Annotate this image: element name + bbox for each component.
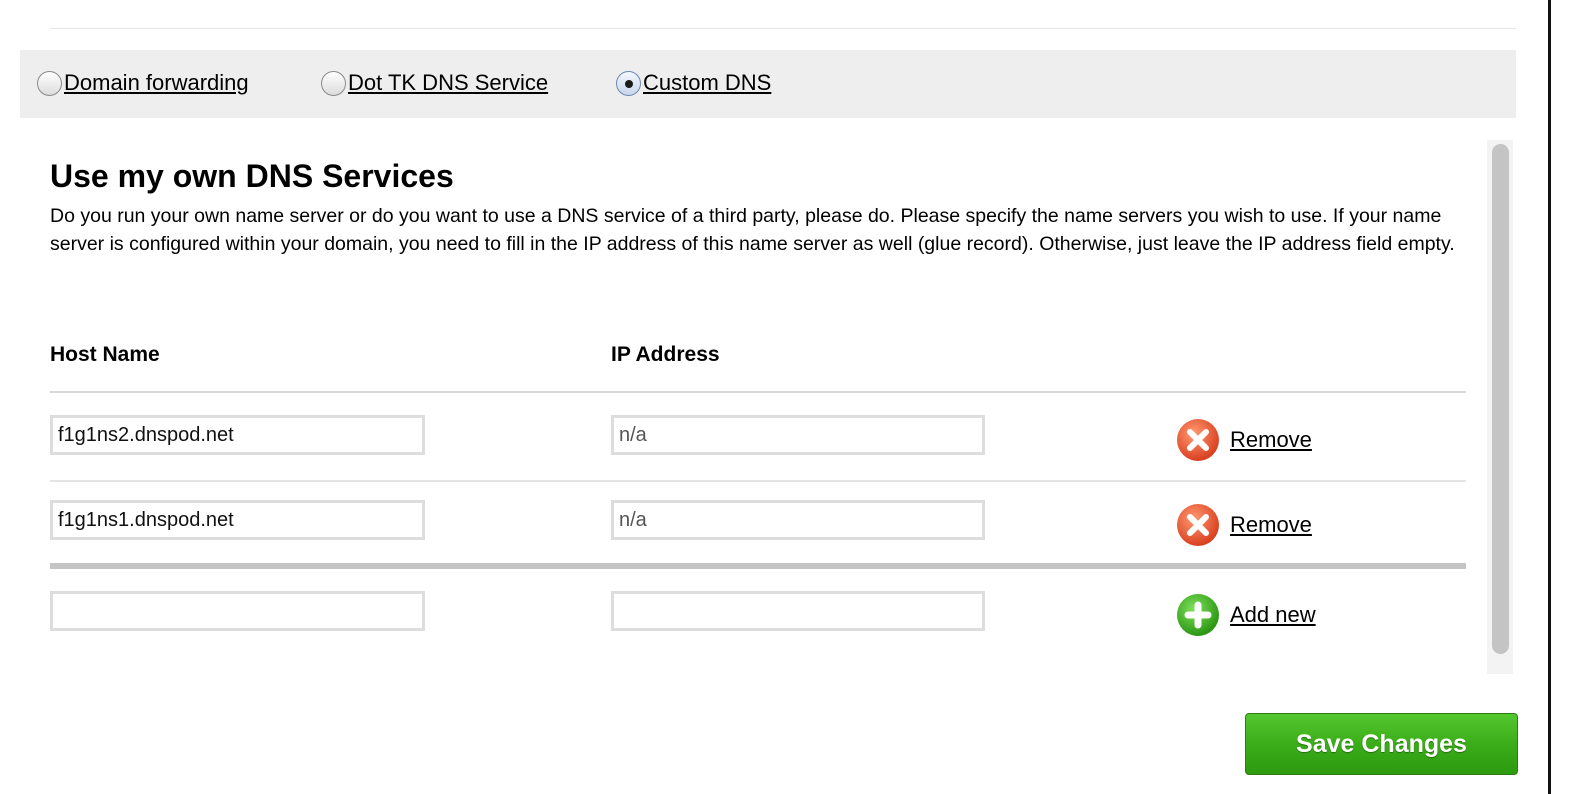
dns-option-bar: Domain forwarding Dot TK DNS Service Cus…	[20, 50, 1516, 118]
remove-row-button[interactable]: Remove	[1176, 418, 1312, 462]
radio-button-checked[interactable]	[616, 70, 641, 96]
ip-address-input[interactable]	[611, 500, 985, 540]
radio-label[interactable]: Custom DNS	[643, 70, 771, 96]
radio-label[interactable]: Dot TK DNS Service	[348, 70, 548, 96]
radio-label[interactable]: Domain forwarding	[64, 70, 249, 96]
add-new-button[interactable]: Add new	[1176, 593, 1316, 637]
table-divider	[50, 391, 1466, 393]
remove-row-button[interactable]: Remove	[1176, 503, 1312, 547]
radio-dot-tk-dns[interactable]: Dot TK DNS Service	[321, 68, 548, 98]
add-new-link[interactable]: Add new	[1230, 602, 1316, 628]
section-title: Use my own DNS Services	[50, 158, 454, 194]
radio-button[interactable]	[321, 70, 346, 96]
save-changes-button[interactable]: Save Changes	[1245, 713, 1518, 775]
remove-x-icon[interactable]	[1176, 418, 1220, 462]
ip-address-header: IP Address	[611, 343, 720, 366]
host-name-input[interactable]	[50, 500, 425, 540]
host-name-header: Host Name	[50, 343, 160, 366]
ip-address-input[interactable]	[611, 415, 985, 455]
add-plus-icon[interactable]	[1176, 593, 1220, 637]
radio-dot	[625, 79, 633, 88]
remove-link[interactable]: Remove	[1230, 427, 1312, 453]
radio-custom-dns[interactable]: Custom DNS	[616, 68, 771, 98]
radio-domain-forwarding[interactable]: Domain forwarding	[37, 68, 249, 98]
scrollbar-thumb[interactable]	[1492, 144, 1509, 654]
window-edge	[1548, 0, 1551, 794]
host-name-input[interactable]	[50, 415, 425, 455]
top-divider	[50, 28, 1516, 29]
section-description: Do you run your own name server or do yo…	[50, 205, 1455, 255]
row-divider	[50, 480, 1466, 482]
new-host-name-input[interactable]	[50, 591, 425, 631]
new-ip-address-input[interactable]	[611, 591, 985, 631]
remove-link[interactable]: Remove	[1230, 512, 1312, 538]
remove-x-icon[interactable]	[1176, 503, 1220, 547]
radio-button[interactable]	[37, 70, 62, 96]
new-row-divider	[50, 563, 1466, 569]
